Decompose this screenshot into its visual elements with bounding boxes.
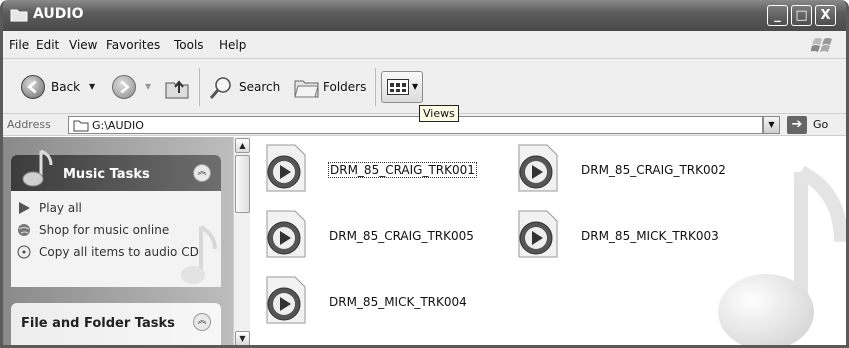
- file-name: DRM_85_CRAIG_TRK001: [328, 162, 477, 178]
- explorer-window: AUDIO _ □ X File Edit View Favorites Too…: [0, 0, 849, 348]
- menu-help[interactable]: Help: [219, 38, 246, 52]
- globe-icon: [18, 224, 30, 236]
- list-item[interactable]: DRM_85_MICK_TRK004: [261, 275, 501, 325]
- media-file-icon: [518, 144, 558, 192]
- folder-icon: [73, 120, 89, 132]
- file-name: DRM_85_CRAIG_TRK002: [581, 163, 726, 177]
- list-item[interactable]: DRM_85_CRAIG_TRK005: [261, 209, 501, 259]
- file-folder-tasks-panel[interactable]: File and Folder Tasks ︽: [11, 303, 221, 345]
- music-note-icon: [22, 149, 53, 187]
- file-name: DRM_85_CRAIG_TRK005: [329, 229, 474, 243]
- scroll-up-button[interactable]: ▲: [235, 138, 250, 153]
- menu-view[interactable]: View: [69, 38, 97, 52]
- address-label: Address: [7, 118, 51, 131]
- views-tooltip: Views: [419, 105, 459, 122]
- back-dropdown-icon[interactable]: ▼: [89, 82, 95, 91]
- music-note-watermark-icon: [181, 225, 217, 284]
- go-button[interactable]: Go: [813, 118, 828, 131]
- back-arrow-icon[interactable]: [21, 75, 45, 99]
- up-folder-icon[interactable]: [163, 73, 191, 101]
- address-dropdown-button[interactable]: ▼: [763, 116, 780, 134]
- address-value: G:\AUDIO: [92, 119, 144, 132]
- address-input[interactable]: G:\AUDIO: [68, 116, 763, 134]
- media-file-icon: [266, 210, 306, 258]
- vertical-scrollbar[interactable]: ▲ ▼: [233, 137, 250, 345]
- folder-icon: [10, 9, 28, 22]
- file-folder-tasks-title: File and Folder Tasks: [21, 316, 175, 331]
- list-item[interactable]: DRM_85_MICK_TRK003: [513, 209, 753, 259]
- windows-logo-icon: [811, 38, 832, 52]
- minimize-button[interactable]: _: [767, 5, 788, 26]
- file-name: DRM_85_MICK_TRK003: [581, 229, 719, 243]
- media-file-icon: [518, 210, 558, 258]
- title-bar[interactable]: AUDIO _ □ X: [3, 0, 846, 31]
- media-file-icon: [266, 276, 306, 324]
- list-item[interactable]: DRM_85_CRAIG_TRK002: [513, 143, 753, 193]
- menu-file[interactable]: File: [9, 38, 29, 52]
- toolbar-separator: [375, 68, 376, 106]
- close-button[interactable]: X: [815, 5, 836, 26]
- scroll-down-button[interactable]: ▼: [235, 331, 250, 345]
- folders-icon[interactable]: [293, 74, 321, 100]
- collapse-chevron-icon[interactable]: ︽: [193, 164, 211, 182]
- views-dropdown-icon: ▼: [412, 82, 419, 91]
- file-list: DRM_85_CRAIG_TRK001 DRM_85_CRAIG_TRK002 …: [251, 137, 846, 345]
- toolbar-separator: [199, 68, 200, 106]
- search-button[interactable]: Search: [239, 80, 280, 94]
- collapse-chevron-icon[interactable]: ︽: [193, 313, 211, 331]
- views-grid-icon: [387, 79, 409, 95]
- search-icon[interactable]: [207, 74, 235, 102]
- views-button[interactable]: ▼: [381, 71, 423, 103]
- back-button[interactable]: Back: [51, 80, 80, 94]
- folders-button[interactable]: Folders: [323, 80, 366, 94]
- toolbar: Back ▼ ▼ Search Folders ▼ Views: [3, 59, 846, 122]
- menu-tools[interactable]: Tools: [174, 38, 204, 52]
- task-pane: Music Tasks ︽ Play all Shop for music on…: [3, 137, 233, 345]
- cd-icon: [17, 245, 31, 259]
- forward-dropdown-icon[interactable]: ▼: [145, 82, 151, 91]
- play-icon: [19, 202, 30, 214]
- go-arrow-icon[interactable]: ➔: [787, 116, 807, 134]
- menu-edit[interactable]: Edit: [36, 38, 59, 52]
- forward-arrow-icon[interactable]: [112, 75, 136, 99]
- maximize-button[interactable]: □: [791, 5, 812, 26]
- task-label: Play all: [39, 201, 82, 215]
- scrollbar-thumb[interactable]: [235, 155, 250, 213]
- music-tasks-title: Music Tasks: [63, 167, 150, 182]
- list-item[interactable]: DRM_85_CRAIG_TRK001: [261, 143, 501, 193]
- file-name: DRM_85_MICK_TRK004: [329, 295, 467, 309]
- window-title: AUDIO: [33, 6, 84, 22]
- media-file-icon: [266, 144, 306, 192]
- menu-bar: File Edit View Favorites Tools Help: [3, 31, 846, 59]
- menu-favorites[interactable]: Favorites: [106, 38, 160, 52]
